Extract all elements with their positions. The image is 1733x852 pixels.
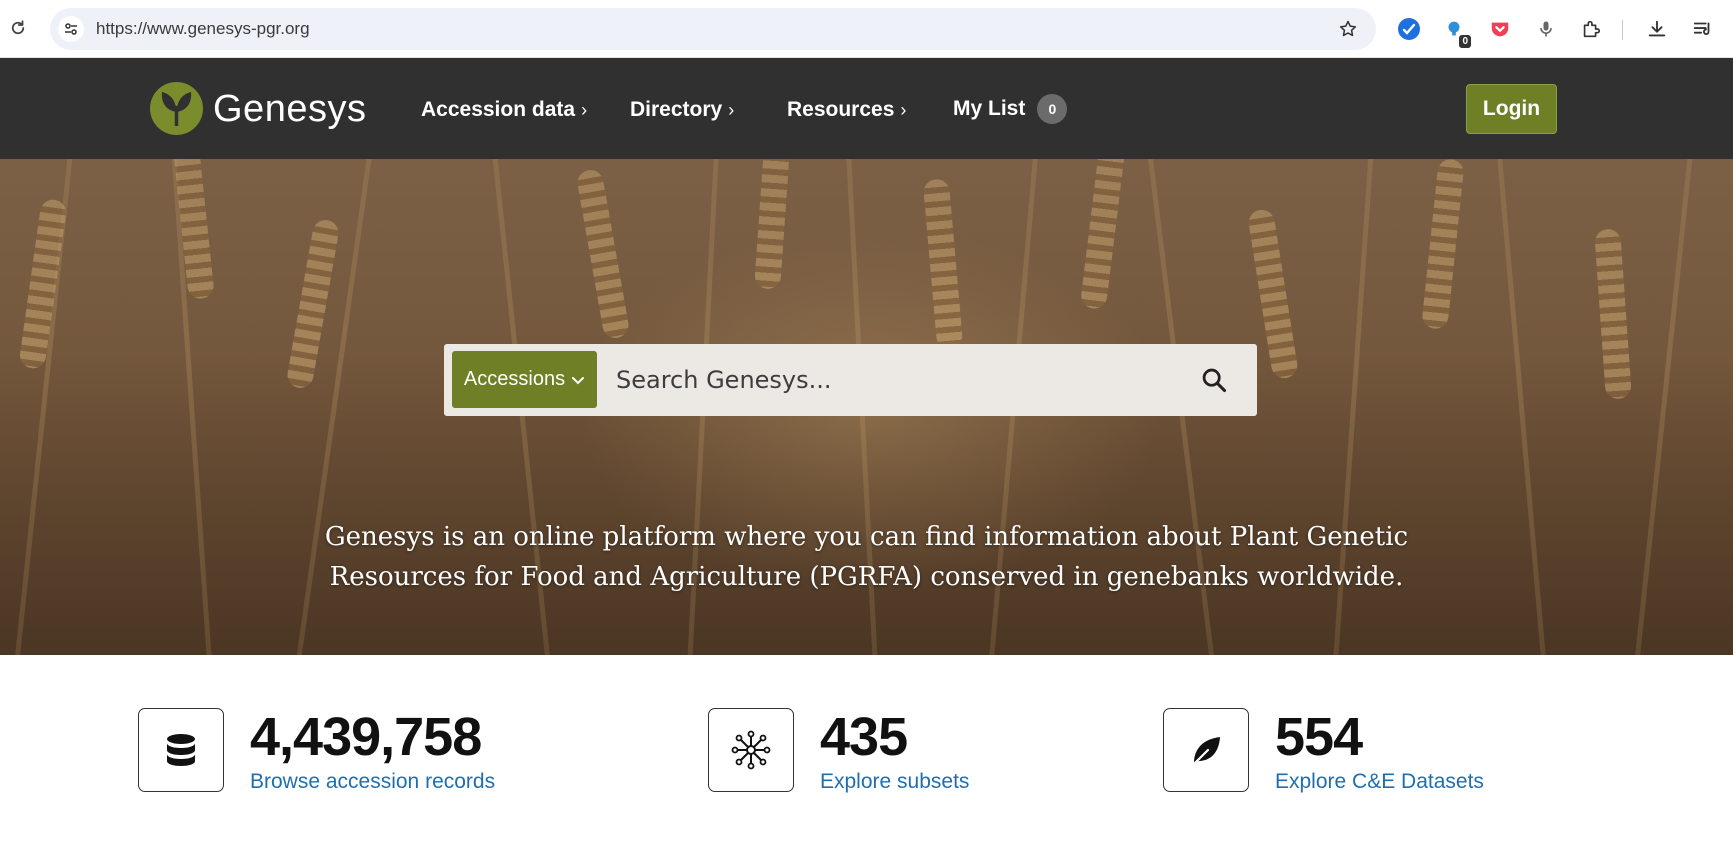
extension-checkmark-icon[interactable] (1396, 16, 1422, 42)
pocket-icon[interactable] (1487, 16, 1513, 42)
database-icon (138, 708, 224, 792)
nav-my-list[interactable]: My List 0 (953, 94, 1068, 124)
stat-value: 435 (820, 707, 908, 767)
search-bar: Accessions (444, 344, 1257, 416)
downloads-icon[interactable] (1644, 16, 1670, 42)
chevron-right-icon: › (581, 99, 588, 120)
microphone-icon[interactable] (1533, 16, 1559, 42)
search-icon[interactable] (1196, 362, 1232, 398)
address-bar[interactable]: https://www.genesys-pgr.org (50, 8, 1376, 50)
browse-accessions-link[interactable]: Browse accession records (250, 770, 495, 794)
chevron-down-icon (572, 376, 585, 384)
stat-value: 554 (1275, 707, 1363, 767)
extension-bell-icon[interactable]: 0 (1441, 16, 1471, 48)
site-info-icon[interactable] (58, 16, 84, 42)
my-list-count-badge: 0 (1037, 94, 1068, 124)
reload-icon[interactable] (6, 16, 30, 40)
brand-name[interactable]: Genesys (213, 88, 366, 131)
nav-label: Accession data (421, 98, 576, 121)
hero-description: Genesys is an online platform where you … (324, 522, 1409, 592)
genesys-logo-icon[interactable] (150, 82, 203, 135)
nav-directory[interactable]: Directory › (630, 98, 734, 122)
toolbar-divider (1622, 20, 1623, 40)
stat-subsets: 435 Explore subsets (708, 707, 969, 794)
explore-subsets-link[interactable]: Explore subsets (820, 770, 969, 794)
reading-list-icon[interactable] (1690, 16, 1716, 42)
url-text[interactable]: https://www.genesys-pgr.org (96, 19, 310, 39)
chevron-right-icon: › (728, 99, 735, 120)
search-type-label: Accessions (463, 368, 566, 390)
nav-label: Directory (630, 98, 723, 121)
extensions-puzzle-icon[interactable] (1578, 16, 1604, 42)
nav-label: My List (953, 97, 1026, 120)
browser-toolbar: https://www.genesys-pgr.org 0 (0, 0, 1733, 58)
chevron-right-icon: › (900, 99, 907, 120)
search-type-dropdown[interactable]: Accessions (452, 351, 597, 408)
extension-badge: 0 (1459, 35, 1471, 48)
login-button[interactable]: Login (1466, 84, 1557, 134)
stat-value: 4,439,758 (250, 707, 482, 767)
nav-accession-data[interactable]: Accession data › (421, 98, 587, 122)
nav-label: Resources (787, 98, 895, 121)
stat-datasets: 554 Explore C&E Datasets (1163, 707, 1484, 794)
leaf-icon (1163, 708, 1249, 792)
site-header: Genesys Accession data › Directory › Res… (0, 58, 1733, 159)
bookmark-star-icon[interactable] (1336, 17, 1360, 41)
network-icon (708, 708, 794, 792)
search-input[interactable] (616, 358, 1156, 402)
hero-banner: Accessions Genesys is an online platform… (0, 159, 1733, 655)
explore-datasets-link[interactable]: Explore C&E Datasets (1275, 770, 1484, 794)
stat-accessions: 4,439,758 Browse accession records (138, 707, 495, 794)
nav-resources[interactable]: Resources › (787, 98, 906, 122)
